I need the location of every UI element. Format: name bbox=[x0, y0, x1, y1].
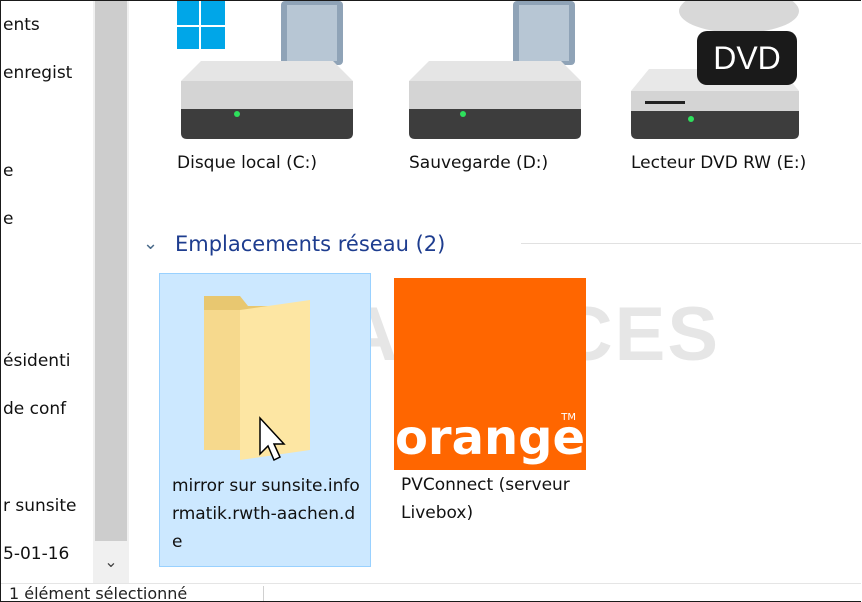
chevron-down-icon[interactable]: ⌄ bbox=[143, 229, 158, 259]
network-item-label: PVConnect (serveur Livebox) bbox=[401, 475, 570, 523]
status-separator bbox=[263, 586, 264, 601]
folder-icon bbox=[204, 296, 310, 462]
dvd-drive-icon: DVD bbox=[631, 1, 799, 139]
chevron-down-icon[interactable]: ⌄ bbox=[94, 544, 128, 580]
network-item-mirror[interactable]: mirror sur sunsite.informatik.rwth-aache… bbox=[159, 273, 371, 567]
navigation-pane: ents enregist e e ésidenti de conf r sun… bbox=[1, 1, 129, 583]
nav-item[interactable]: ésidenti bbox=[3, 351, 91, 371]
nav-item[interactable]: r sunsite bbox=[3, 496, 91, 516]
scrollbar-thumb[interactable] bbox=[95, 1, 127, 541]
explorer-window: ents enregist e e ésidenti de conf r sun… bbox=[0, 0, 861, 602]
drive-d[interactable]: Sauvegarde (D:) bbox=[409, 1, 609, 221]
network-item-pvconnect[interactable]: PVConnect (serveur Livebox) bbox=[389, 273, 609, 565]
drive-label: Disque local (C:) bbox=[177, 153, 317, 173]
hard-drive-windows-icon bbox=[177, 1, 353, 139]
drive-e[interactable]: DVD Lecteur DVD RW (E:) bbox=[631, 1, 831, 221]
network-item-label: mirror sur sunsite.informatik.rwth-aache… bbox=[172, 476, 360, 552]
status-text: 1 élément sélectionné bbox=[9, 584, 188, 602]
drive-label: Lecteur DVD RW (E:) bbox=[631, 153, 807, 173]
nav-scrollbar[interactable] bbox=[93, 1, 129, 583]
status-bar: 1 élément sélectionné bbox=[1, 583, 861, 602]
dvd-badge-text: DVD bbox=[713, 40, 781, 76]
nav-item[interactable]: e bbox=[3, 161, 91, 181]
drive-c[interactable]: Disque local (C:) bbox=[177, 1, 377, 221]
nav-item[interactable]: ents bbox=[3, 15, 91, 35]
group-divider bbox=[521, 243, 861, 244]
hard-drive-backup-icon bbox=[409, 1, 581, 139]
drive-label: Sauvegarde (D:) bbox=[409, 153, 549, 173]
nav-item[interactable]: enregist bbox=[3, 63, 91, 83]
nav-item[interactable]: 5-01-16 bbox=[3, 544, 91, 564]
group-title[interactable]: Emplacements réseau (2) bbox=[175, 229, 445, 259]
nav-item[interactable]: de conf bbox=[3, 399, 91, 419]
nav-item[interactable]: e bbox=[3, 209, 91, 229]
